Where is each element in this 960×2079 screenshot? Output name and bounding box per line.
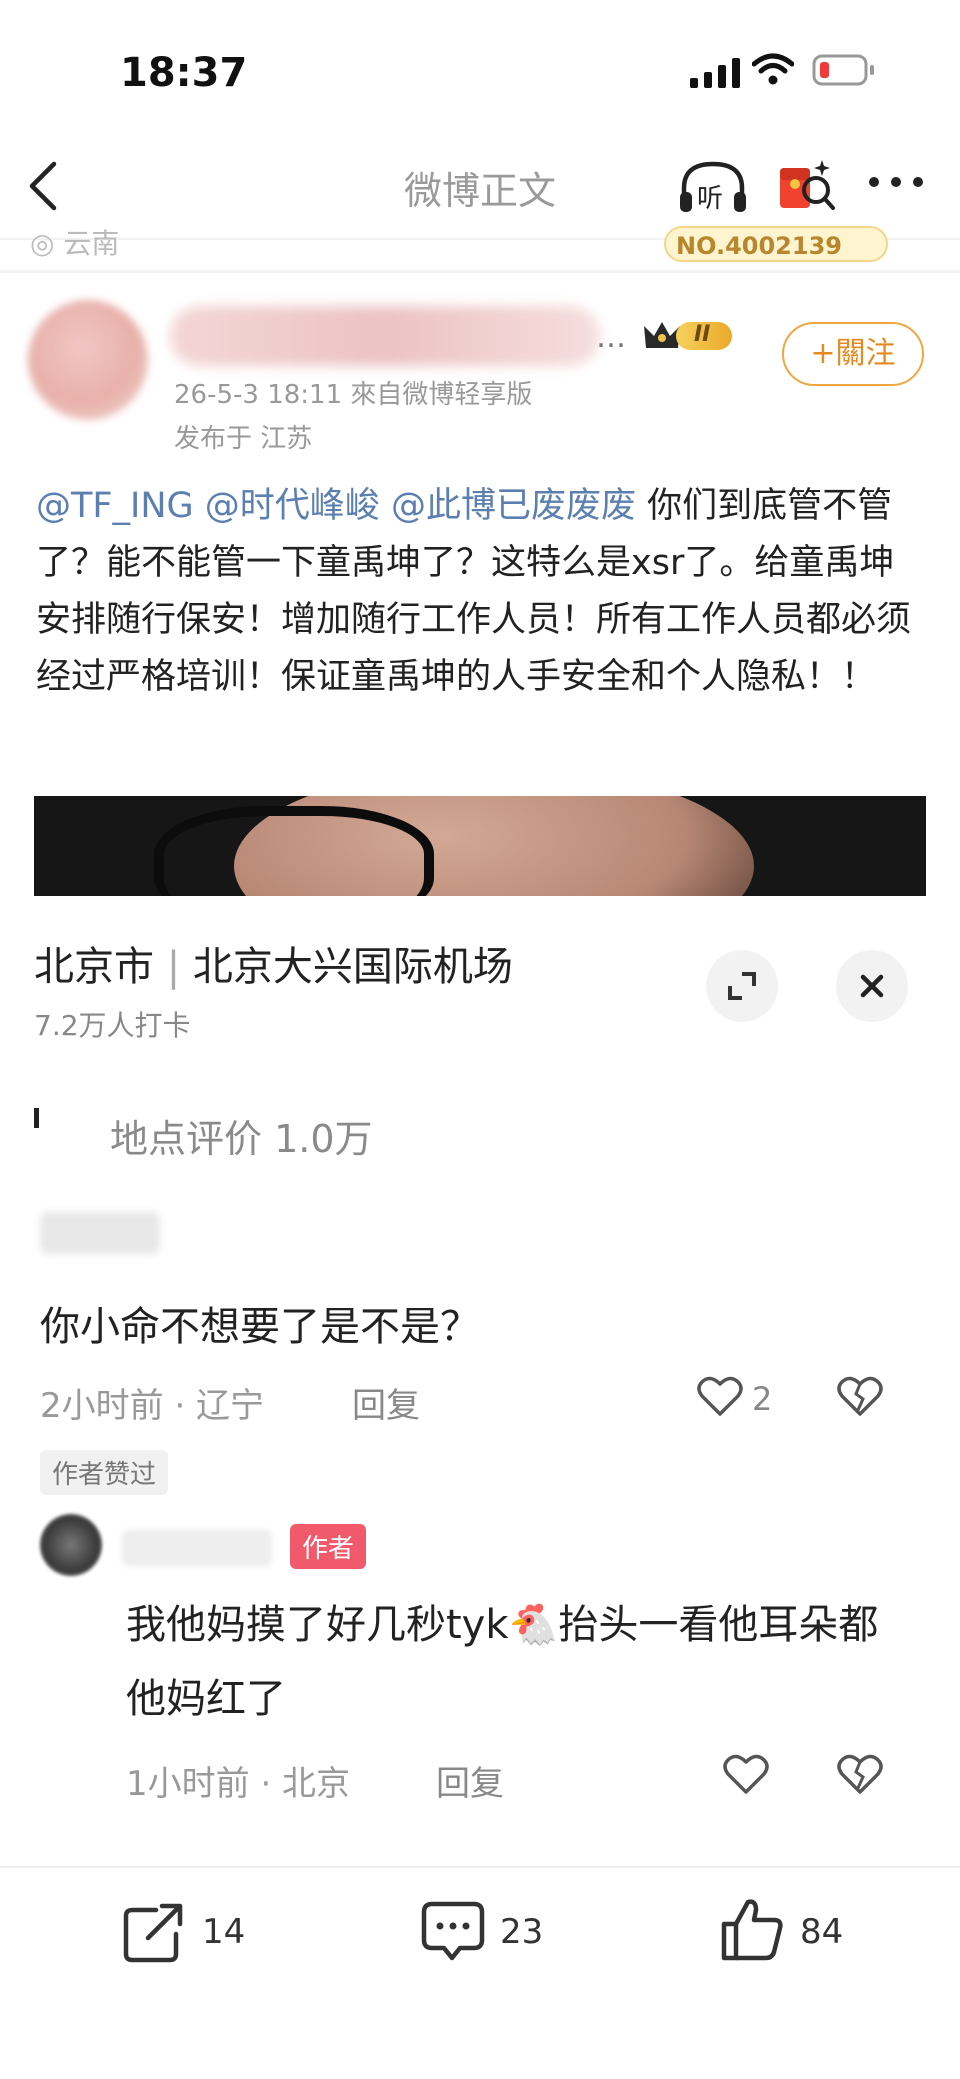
- comment-icon[interactable]: [420, 1900, 486, 1964]
- thumbs-up-icon[interactable]: [720, 1896, 786, 1962]
- place-rating[interactable]: 地点评价 1.0万: [110, 1108, 373, 1163]
- heart-icon[interactable]: [722, 1752, 770, 1796]
- comment-time: 2小时前 · 辽宁: [40, 1386, 265, 1426]
- post-meta: 26-5-3 18:11 來自微博轻享版: [174, 380, 533, 410]
- wifi-icon: [752, 53, 794, 85]
- commenter-name-blurred[interactable]: [40, 1212, 160, 1254]
- status-time: 18:37: [120, 50, 248, 96]
- checkin-count: 7.2万人打卡: [34, 1009, 191, 1042]
- author-liked-tag: 作者赞过: [40, 1450, 169, 1495]
- heart-icon[interactable]: [696, 1374, 744, 1418]
- vip-badge: II: [642, 318, 738, 354]
- rating-tab-marker: [34, 1108, 39, 1128]
- post-content: @TF_ING @时代峰峻 @此博已废废废 你们到底管不管了？能不能管一下童禹坤…: [36, 478, 926, 706]
- red-packet-icon[interactable]: [776, 156, 836, 218]
- commenter-avatar[interactable]: [40, 1514, 102, 1576]
- mention-link[interactable]: @时代峰峻: [205, 486, 380, 526]
- close-button[interactable]: [836, 950, 908, 1022]
- share-icon[interactable]: [122, 1902, 188, 1964]
- reply-button[interactable]: 回复: [352, 1378, 420, 1427]
- dislike-icon[interactable]: [836, 1374, 884, 1418]
- commenter-name-blurred[interactable]: [122, 1530, 272, 1566]
- place-city: 北京市: [34, 944, 154, 990]
- expand-button[interactable]: [706, 950, 778, 1022]
- close-icon: [860, 974, 884, 998]
- comment-time: 1小时前 · 北京: [126, 1764, 351, 1804]
- follow-button[interactable]: +關注: [782, 322, 924, 386]
- place-name: 北京大兴国际机场: [192, 944, 513, 990]
- mention-link[interactable]: @此博已废废废: [391, 486, 636, 526]
- name-ellipsis: …: [596, 320, 626, 355]
- reply-button[interactable]: 回复: [436, 1756, 504, 1805]
- vip-level: II: [694, 322, 711, 347]
- place-title[interactable]: 北京市 | 北京大兴国际机场: [34, 934, 513, 992]
- like-count: 84: [800, 1912, 844, 1952]
- author-name-blurred[interactable]: [170, 306, 600, 366]
- previous-post-location: ◎ 云南: [30, 227, 120, 260]
- more-options-icon[interactable]: [866, 162, 926, 202]
- dislike-icon[interactable]: [836, 1752, 884, 1796]
- author-tag: 作者: [290, 1524, 367, 1569]
- share-count: 14: [202, 1912, 246, 1952]
- fan-number-badge: NO.4002139: [664, 226, 888, 262]
- post-divider: [0, 270, 960, 273]
- bottom-bar-divider: [0, 1866, 960, 1868]
- listen-label: 听: [697, 184, 724, 214]
- battery-icon: [812, 54, 874, 86]
- comment-text: 我他妈摸了好几秒tyk🐔抬头一看他耳朵都他妈红了: [126, 1602, 879, 1722]
- post-location: 发布于 江苏: [174, 424, 313, 454]
- post-image[interactable]: [34, 796, 926, 896]
- comment-like-count: 2: [752, 1380, 773, 1418]
- listen-button[interactable]: 听: [678, 158, 748, 218]
- author-avatar[interactable]: [28, 300, 148, 420]
- expand-icon: [728, 972, 756, 1000]
- comment-text: 你小命不想要了是不是？: [40, 1304, 480, 1350]
- cellular-signal-icon: [690, 58, 740, 88]
- comment-count: 23: [500, 1912, 544, 1952]
- mention-link[interactable]: @TF_ING: [36, 486, 194, 526]
